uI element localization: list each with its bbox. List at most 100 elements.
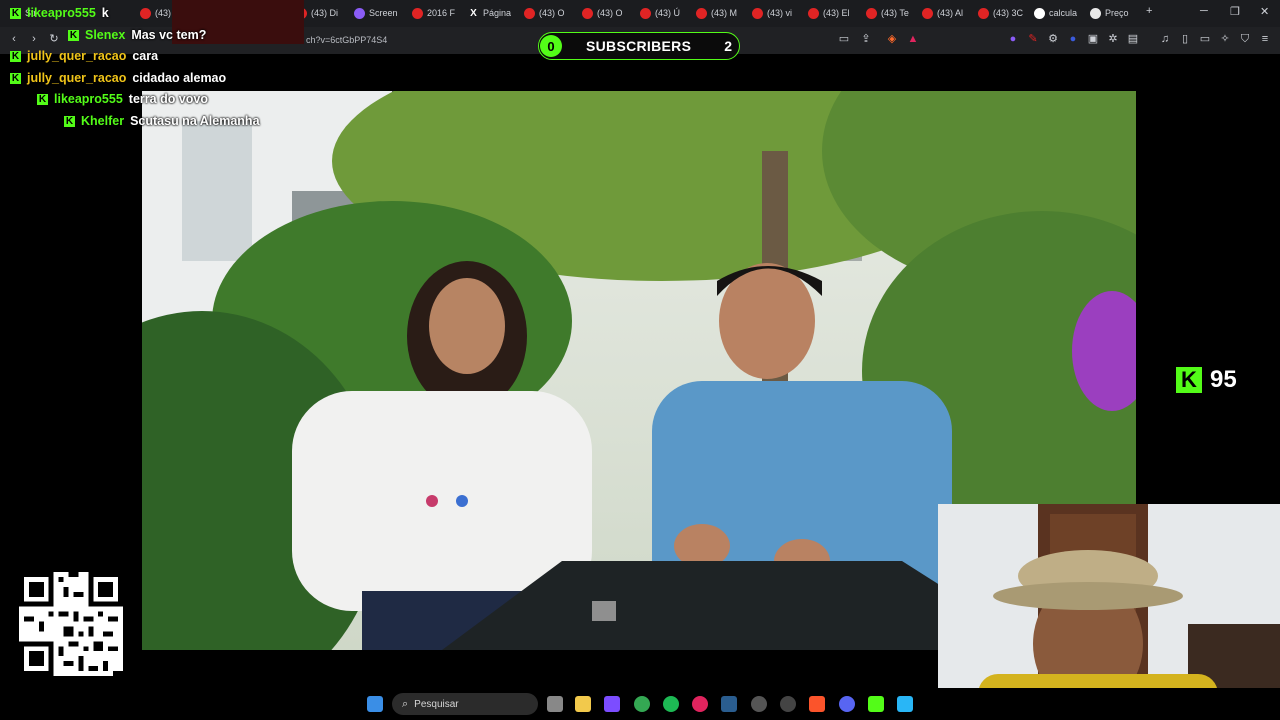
chat-message: K Slenex Mas vc tem?	[68, 28, 206, 42]
extension-icon[interactable]: ▤	[1127, 33, 1139, 45]
chrome-icon[interactable]	[634, 696, 650, 712]
windows-start-icon[interactable]	[367, 696, 383, 712]
vpn-icon[interactable]: ⛉	[1239, 33, 1251, 45]
screen-icon[interactable]: ▭	[838, 33, 850, 45]
youtube-icon	[140, 7, 151, 19]
minimize-icon[interactable]: ─	[1200, 5, 1208, 17]
kick-badge-icon: K	[10, 7, 21, 19]
notepad-icon[interactable]	[897, 696, 913, 712]
tab[interactable]: 2016 F	[412, 3, 455, 23]
chat-username[interactable]: Khelfer	[81, 114, 124, 128]
kick-viewer-count: K 95	[1176, 366, 1237, 394]
tab[interactable]: X Página	[468, 3, 511, 23]
subscribers-left-count: 0	[540, 35, 562, 57]
viewer-count: 95	[1210, 366, 1237, 393]
youtube-icon	[866, 7, 877, 19]
restore-icon[interactable]: ❐	[1230, 5, 1240, 18]
kick-badge-icon: K	[10, 50, 21, 62]
extension-icon[interactable]: ✎	[1027, 33, 1039, 45]
tab[interactable]: (43) El	[808, 3, 850, 23]
youtube-icon	[524, 7, 535, 19]
chat-message: K jully_quer_racao cidadao alemao	[10, 71, 226, 85]
obs-icon[interactable]	[751, 696, 767, 712]
opera-icon[interactable]	[692, 696, 708, 712]
subscribers-right-count: 2	[724, 38, 732, 54]
tab[interactable]: calcula	[1034, 3, 1077, 23]
brave-shield-icon[interactable]: ◈	[886, 33, 898, 45]
tab[interactable]: (43) vi	[752, 3, 792, 23]
brave-icon[interactable]	[809, 696, 825, 712]
tab[interactable]: (43) Ú	[640, 3, 680, 23]
tab[interactable]: (43) M	[696, 3, 737, 23]
tab[interactable]: Preço	[1090, 3, 1129, 23]
leo-icon[interactable]: ✧	[1219, 33, 1231, 45]
chat-text: Scutasu na Alemanha	[130, 114, 260, 128]
discord-icon[interactable]	[839, 696, 855, 712]
chat-username[interactable]: Slenex	[85, 28, 125, 42]
youtube-icon	[582, 7, 593, 19]
task-view-icon[interactable]	[547, 696, 563, 712]
extension-icon[interactable]: ●	[1007, 33, 1019, 45]
music-icon[interactable]: ♫	[1159, 33, 1171, 45]
tab[interactable]: Screen	[354, 3, 398, 23]
kick-badge-icon: K	[68, 29, 79, 41]
subscribers-label: SUBSCRIBERS	[586, 38, 692, 54]
qr-code	[19, 572, 123, 676]
chat-username[interactable]: likeapro555	[54, 92, 123, 106]
kick-app-icon[interactable]	[868, 696, 884, 712]
chat-text: cidadao alemao	[132, 71, 227, 85]
close-icon[interactable]: ✕	[1260, 5, 1269, 18]
kick-badge-icon: K	[64, 115, 75, 127]
menu-icon[interactable]: ≡	[1259, 33, 1271, 45]
sidebar-icon[interactable]: ▯	[1179, 33, 1191, 45]
youtube-icon	[640, 7, 651, 19]
new-tab-icon[interactable]: +	[1146, 5, 1152, 17]
app-icon[interactable]	[780, 696, 796, 712]
extensions-puzzle-icon[interactable]: ✲	[1107, 33, 1119, 45]
kick-badge-icon: K	[37, 93, 48, 105]
subscribers-counter: 0 SUBSCRIBERS 2	[538, 32, 740, 60]
forward-icon[interactable]: ›	[28, 33, 40, 45]
chat-message: K jully_quer_racao cara	[10, 49, 158, 63]
chat-username[interactable]: jully_quer_racao	[27, 49, 126, 63]
share-icon[interactable]: ⇪	[860, 33, 872, 45]
extension-icon[interactable]: ⚙	[1047, 33, 1059, 45]
qr-code-pattern	[19, 572, 123, 676]
tab[interactable]: (43) Al	[922, 3, 963, 23]
chat-text: terra do vovo	[128, 92, 208, 106]
pen-icon	[354, 7, 365, 19]
search-placeholder: Pesquisar	[414, 698, 459, 710]
apps-icon[interactable]	[604, 696, 620, 712]
back-icon[interactable]: ‹	[8, 33, 20, 45]
google-icon	[1034, 7, 1045, 19]
rewards-icon[interactable]: ▲	[907, 33, 919, 45]
reload-icon[interactable]: ↻	[48, 33, 60, 45]
taskbar-search[interactable]: ⌕ Pesquisar	[392, 693, 538, 715]
x-icon: X	[470, 7, 477, 19]
taskbar: ⌕ Pesquisar	[0, 688, 1280, 720]
extension-icon[interactable]: ●	[1067, 33, 1079, 45]
tab[interactable]: (43) O	[582, 3, 623, 23]
chat-username[interactable]: likeapro555	[27, 6, 96, 20]
chat-message: K Khelfer Scutasu na Alemanha	[64, 114, 260, 128]
spotify-icon[interactable]	[663, 696, 679, 712]
tab[interactable]: (43) 3C	[978, 3, 1023, 23]
tab[interactable]: (43) O	[524, 3, 565, 23]
youtube-icon	[978, 7, 989, 19]
youtube-icon	[412, 7, 423, 19]
search-icon: ⌕	[402, 697, 409, 710]
kick-logo-icon: K	[1176, 367, 1202, 393]
steam-icon[interactable]	[721, 696, 737, 712]
chat-username[interactable]: jully_quer_racao	[27, 71, 126, 85]
chat-text: cara	[132, 49, 159, 63]
file-explorer-icon[interactable]	[575, 696, 591, 712]
youtube-icon	[752, 7, 763, 19]
wallet-icon[interactable]: ▭	[1199, 33, 1211, 45]
chat-message: K likeapro555 k	[10, 6, 109, 20]
tab[interactable]: (43) Te	[866, 3, 909, 23]
kick-badge-icon: K	[10, 72, 21, 84]
extension-icon[interactable]: ▣	[1087, 33, 1099, 45]
chat-text: Mas vc tem?	[131, 28, 207, 42]
chat-message: K likeapro555 terra do vovo	[37, 92, 208, 106]
url-field[interactable]: ch?v=6ctGbPP74S4	[306, 35, 387, 45]
